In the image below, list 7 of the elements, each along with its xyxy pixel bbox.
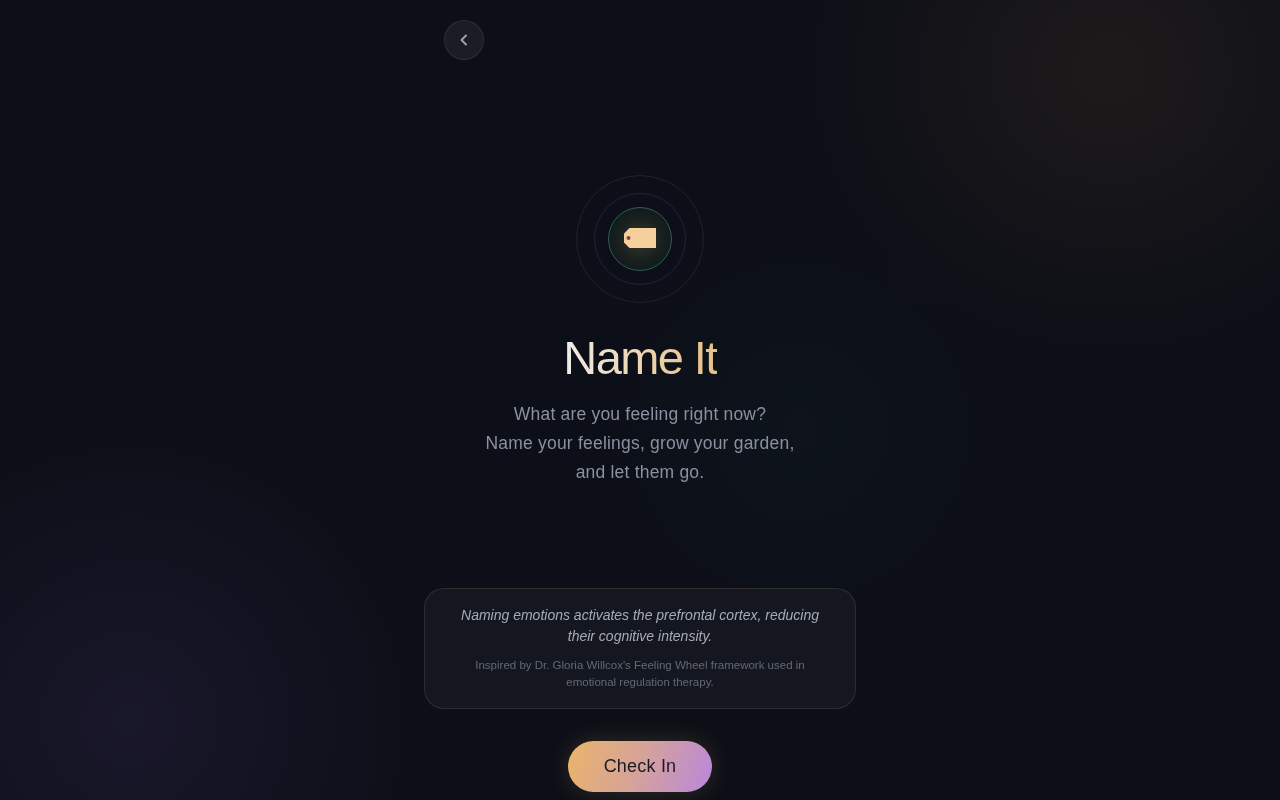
subtitle-text: What are you feeling right now? Name your feelings, grow your garden, and let them go. [485,403,795,484]
chevron-left-icon [458,34,470,46]
fact-text: Naming emotions activates the prefrontal cortex, reducing their cognitive intensity. [460,606,820,646]
check-in-button[interactable]: Check In [568,741,712,792]
tag-icon [608,207,672,271]
source-text: Inspired by Dr. Gloria Willcox's Feeling Wheel framework used in emotional regulation therapy. [474,658,806,690]
back-button[interactable] [444,20,484,60]
